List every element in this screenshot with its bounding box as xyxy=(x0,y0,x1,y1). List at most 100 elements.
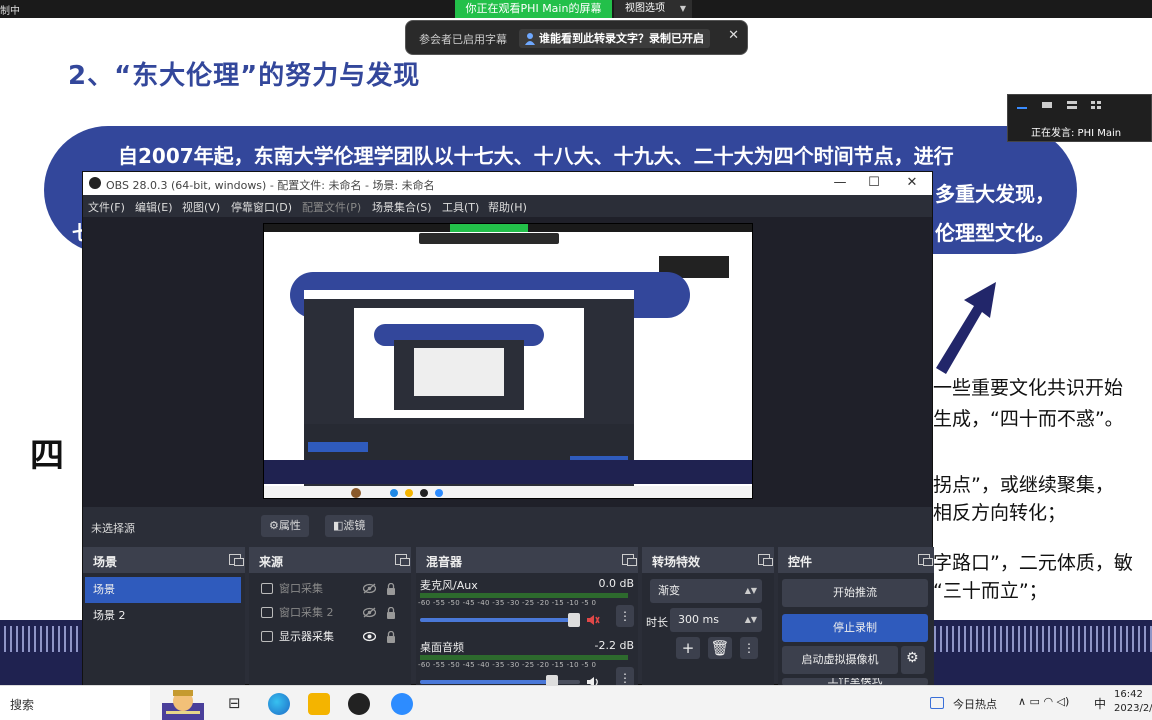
scene-item[interactable]: 场景 2 xyxy=(85,603,241,629)
view-options-button[interactable]: 视图选项 ▼ xyxy=(614,0,692,18)
close-icon[interactable]: ✕ xyxy=(728,28,739,43)
para-1b: 生成，“四十而不惑”。 xyxy=(933,408,1124,430)
mixer-dock: 混音器 麦克风/Aux 0.0 dB -60 -55 -50 -45 -40 -… xyxy=(416,547,638,689)
zoom-icon[interactable] xyxy=(391,693,413,715)
input-method-indicator[interactable]: 中 xyxy=(1094,695,1106,712)
zoom-top-bar: 制中 你正在观看PHI Main的屏幕 视图选项 ▼ xyxy=(0,0,1152,18)
transcript-info-button[interactable]: 谁能看到此转录文字？录制已开启 xyxy=(519,29,710,48)
menu-tools[interactable]: 工具(T) xyxy=(442,199,479,215)
menu-file[interactable]: 文件(F) xyxy=(88,199,125,215)
properties-button[interactable]: ⚙属性 xyxy=(261,515,309,537)
volume-slider[interactable] xyxy=(420,675,580,689)
scenes-dock-header: 场景 xyxy=(83,547,245,573)
system-tray-icons[interactable]: ∧ ▭ ◠ ◁) xyxy=(1018,695,1069,708)
controls-dock-header: 控件 xyxy=(778,547,934,573)
obs-preview-area[interactable] xyxy=(83,217,932,507)
undock-icon[interactable] xyxy=(229,554,244,566)
speaker-view-icon[interactable] xyxy=(1041,100,1053,110)
meter-scale: -60 -55 -50 -45 -40 -35 -30 -25 -20 -15 … xyxy=(418,661,597,669)
recursive-preview xyxy=(263,223,753,499)
obs-icon[interactable] xyxy=(348,693,370,715)
filters-button[interactable]: ◧滤镜 xyxy=(325,515,374,537)
menu-profile[interactable]: 配置文件(P) xyxy=(302,199,361,215)
add-icon[interactable]: + xyxy=(676,637,700,659)
volume-slider-handle[interactable] xyxy=(568,613,580,627)
news-widget[interactable]: 今日热点 xyxy=(953,696,997,712)
undock-icon[interactable] xyxy=(622,554,637,566)
lock-icon[interactable] xyxy=(386,631,396,643)
minimize-icon[interactable] xyxy=(1016,100,1028,110)
transitions-dock: 转场特效 渐变 ▲▼ 时长 300 ms ▲▼ + 🗑 ⋮ xyxy=(642,547,774,686)
speaker-panel: 正在发言: PHI Main xyxy=(1007,94,1152,142)
volume-meter xyxy=(420,655,628,660)
caption-notice-text: 参会者已启用字幕 xyxy=(419,33,507,46)
sources-dock: 来源 窗口采集 窗口采集 2 显示器采集 xyxy=(249,547,411,686)
mixer-dock-title: 混音器 xyxy=(426,555,463,569)
transitions-dock-title: 转场特效 xyxy=(652,555,701,569)
duration-spinbox[interactable]: 300 ms ▲▼ xyxy=(670,608,762,632)
close-icon[interactable]: ✕ xyxy=(902,175,922,190)
virtual-camera-settings-button[interactable]: ⚙ xyxy=(901,646,925,674)
gear-icon: ⚙ xyxy=(269,519,279,532)
menu-view[interactable]: 视图(V) xyxy=(182,199,220,215)
gear-icon: ⚙ xyxy=(906,650,919,666)
gallery-view-icon[interactable] xyxy=(1090,100,1102,110)
start-virtual-camera-button[interactable]: 启动虚拟摄像机 xyxy=(782,646,898,674)
more-options-icon[interactable]: ⋮ xyxy=(616,605,634,627)
stop-recording-button[interactable]: 停止录制 xyxy=(782,614,928,642)
obs-window-title: OBS 28.0.3 (64-bit, windows) - 配置文件: 未命名… xyxy=(106,179,435,192)
viewing-screen-badge: 你正在观看PHI Main的屏幕 xyxy=(455,0,612,18)
sources-dock-title: 来源 xyxy=(259,555,284,569)
menu-docks[interactable]: 停靠窗口(D) xyxy=(231,199,292,215)
edge-icon[interactable] xyxy=(268,693,290,715)
task-view-icon[interactable]: ⊟ xyxy=(228,694,241,712)
scene-item[interactable]: 场景 xyxy=(85,577,241,603)
pill-text-line3: 伦理型文化。 xyxy=(935,221,1055,245)
eye-icon[interactable] xyxy=(363,631,376,642)
obs-titlebar[interactable]: OBS 28.0.3 (64-bit, windows) - 配置文件: 未命名… xyxy=(83,172,932,195)
channel-name: 桌面音频 xyxy=(420,641,464,654)
slide-title: 2、“东大伦理”的努力与发现 xyxy=(68,61,421,91)
controls-dock: 控件 开始推流 停止录制 启动虚拟摄像机 ⚙ 工作室模式 xyxy=(778,547,934,686)
undock-icon[interactable] xyxy=(758,554,773,566)
source-item[interactable]: 窗口采集 xyxy=(253,578,398,600)
channel-db: -2.2 dB xyxy=(594,639,635,652)
taskbar-search-box[interactable]: 搜索 xyxy=(0,686,150,720)
source-item[interactable]: 显示器采集 xyxy=(253,626,398,648)
more-options-icon[interactable]: ⋮ xyxy=(740,637,758,659)
transcript-question-label: 谁能看到此转录文字？录制已开启 xyxy=(539,32,704,45)
minimize-icon[interactable]: — xyxy=(830,175,850,190)
controls-dock-title: 控件 xyxy=(788,555,813,569)
maximize-icon[interactable]: ☐ xyxy=(864,175,884,190)
volume-slider[interactable] xyxy=(420,613,580,627)
undock-icon[interactable] xyxy=(395,554,410,566)
handwritten-glyph: 四 xyxy=(30,436,64,476)
transition-type-select[interactable]: 渐变 ▲▼ xyxy=(650,579,762,603)
source-toolbar: 未选择源 ⚙属性 ◧滤镜 xyxy=(83,511,932,541)
lock-icon[interactable] xyxy=(386,607,396,619)
strip-view-icon[interactable] xyxy=(1066,100,1078,110)
filters-label: 滤镜 xyxy=(343,519,366,532)
obs-logo-icon xyxy=(89,177,101,189)
file-explorer-icon[interactable] xyxy=(308,693,330,715)
speaker-muted-icon[interactable] xyxy=(586,613,600,627)
undock-icon[interactable] xyxy=(918,554,933,566)
monitor-icon xyxy=(261,631,273,642)
meter-scale: -60 -55 -50 -45 -40 -35 -30 -25 -20 -15 … xyxy=(418,599,597,607)
lock-icon[interactable] xyxy=(386,583,396,595)
clock[interactable]: 16:42 2023/2/ xyxy=(1114,688,1152,716)
menu-help[interactable]: 帮助(H) xyxy=(488,199,527,215)
menu-scene-collection[interactable]: 场景集合(S) xyxy=(372,199,432,215)
obs-menubar: 文件(F) 编辑(E) 视图(V) 停靠窗口(D) 配置文件(P) 场景集合(S… xyxy=(83,195,932,217)
eye-hidden-icon[interactable] xyxy=(363,583,376,594)
source-item[interactable]: 窗口采集 2 xyxy=(253,602,398,624)
source-name: 显示器采集 xyxy=(279,630,334,643)
start-streaming-button[interactable]: 开始推流 xyxy=(782,579,928,607)
trash-icon[interactable]: 🗑 xyxy=(708,637,732,659)
spin-arrow-icon: ▲▼ xyxy=(744,615,757,624)
menu-edit[interactable]: 编辑(E) xyxy=(135,199,173,215)
duration-value: 300 ms xyxy=(678,613,719,626)
eye-hidden-icon[interactable] xyxy=(363,607,376,618)
view-options-label: 视图选项 xyxy=(625,3,665,14)
para-1a: 一些重要文化共识开始 xyxy=(933,377,1124,399)
